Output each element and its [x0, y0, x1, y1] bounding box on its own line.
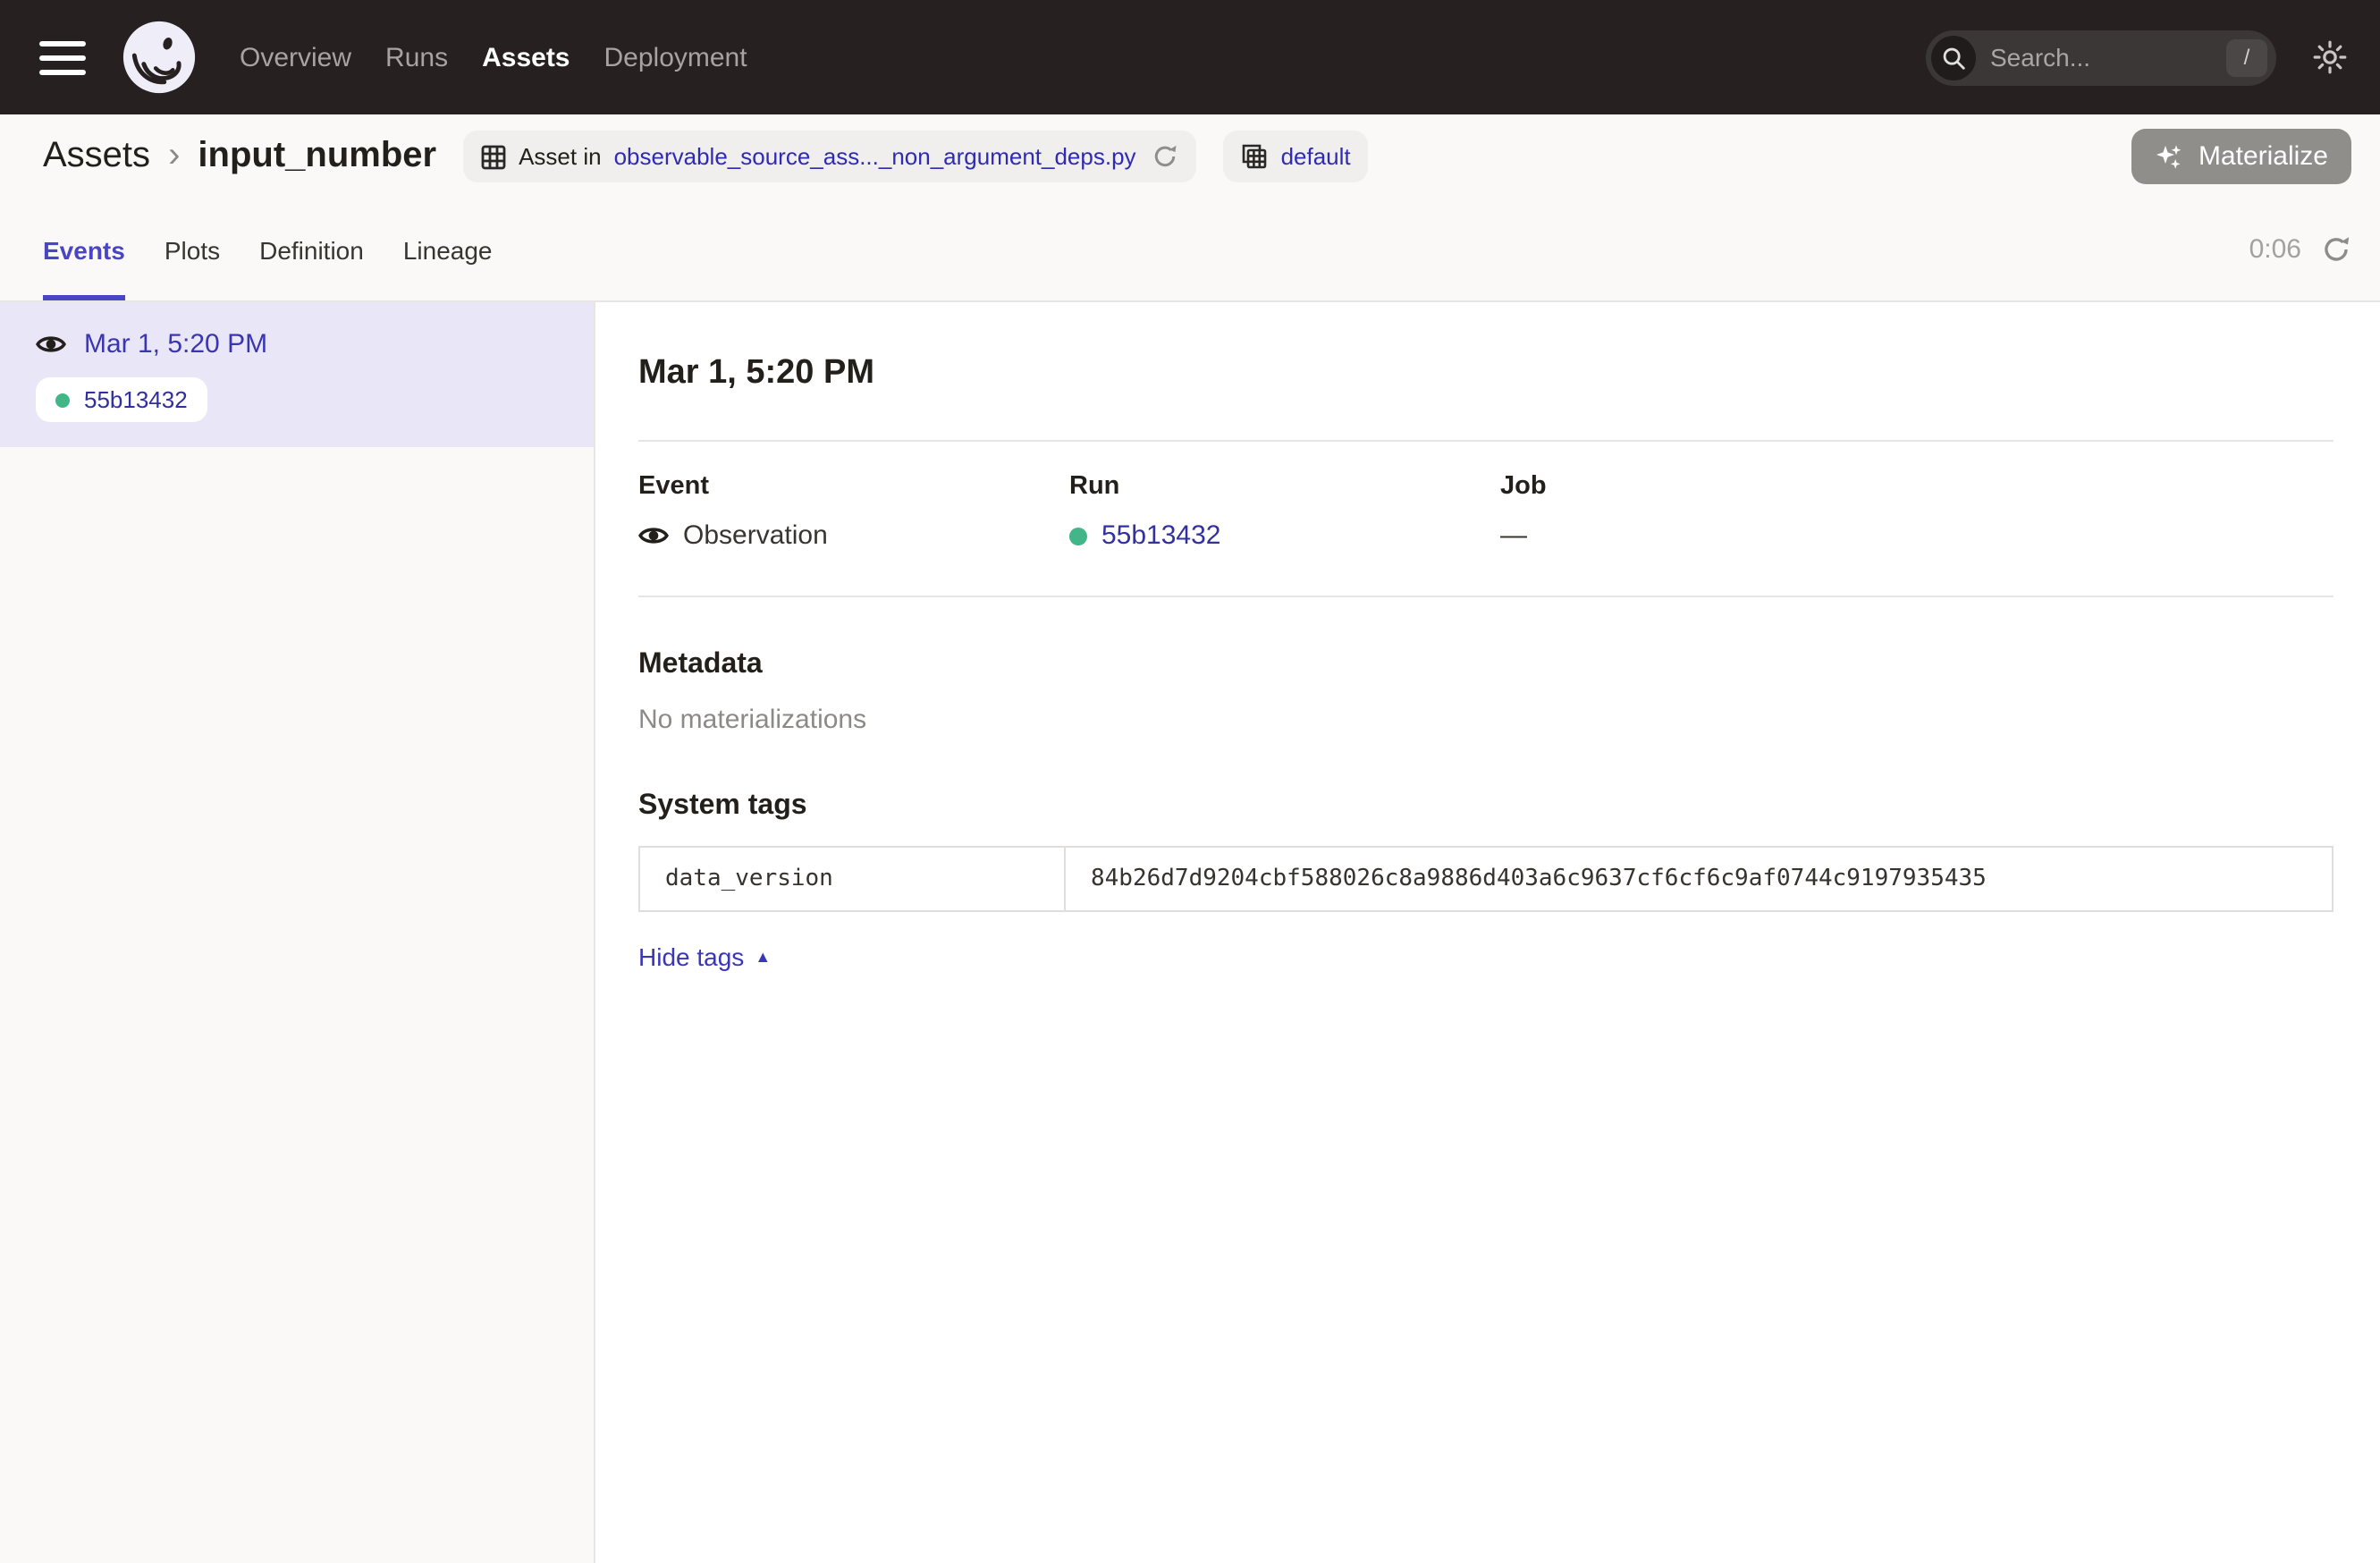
app-window: Overview Runs Assets Deployment / Asset [0, 0, 2380, 1563]
asset-header: Assets › input_number Asset in observabl… [0, 114, 2380, 199]
run-status-dot [55, 393, 70, 407]
breadcrumb-chevron-icon: › [166, 136, 181, 177]
refresh-countdown: 0:06 [2249, 234, 2301, 265]
hide-tags-label: Hide tags [638, 942, 744, 971]
materialize-label: Materialize [2199, 141, 2328, 172]
system-tags-heading: System tags [638, 790, 2334, 823]
table-row: data_version 84b26d7d9204cbf588026c8a988… [639, 847, 2333, 911]
repository-icon [1242, 143, 1269, 170]
tab-plots[interactable]: Plots [165, 199, 220, 300]
asset-grid-icon [481, 144, 506, 169]
observation-eye-icon [36, 333, 66, 356]
search-input[interactable] [1990, 43, 2226, 72]
run-id-badge[interactable]: 55b13432 [36, 377, 207, 422]
system-tags-table: data_version 84b26d7d9204cbf588026c8a988… [638, 846, 2334, 912]
global-search[interactable]: / [1926, 30, 2276, 85]
nav-item-deployment[interactable]: Deployment [604, 42, 747, 72]
breadcrumb-assets-link[interactable]: Assets [43, 136, 150, 177]
divider [638, 596, 2334, 597]
search-icon [1931, 35, 1976, 80]
asset-definition-link[interactable]: observable_source_ass..._non_argument_de… [614, 143, 1136, 170]
run-column: Run 55b13432 [1069, 472, 1500, 551]
metadata-section: Metadata No materializations [638, 649, 2334, 735]
asset-tabs: Events Plots Definition Lineage [43, 199, 493, 300]
event-type-value: Observation [683, 520, 828, 551]
asset-location-pill: Asset in observable_source_ass..._non_ar… [463, 131, 1196, 182]
materialize-button[interactable]: Materialize [2132, 129, 2351, 184]
content-area: Mar 1, 5:20 PM 55b13432 Mar 1, 5:20 PM E… [0, 302, 2380, 1563]
refresh-area: 0:06 [2249, 199, 2351, 300]
repository-pill: default [1224, 131, 1369, 182]
menu-hamburger-icon[interactable] [39, 40, 86, 74]
system-tags-section: System tags data_version 84b26d7d9204cbf… [638, 790, 2334, 975]
settings-gear-icon[interactable] [2312, 39, 2348, 75]
page-title: input_number [198, 136, 436, 177]
event-timestamp-link[interactable]: Mar 1, 5:20 PM [84, 329, 267, 359]
refresh-icon[interactable] [2321, 234, 2351, 265]
dagster-logo[interactable] [122, 20, 197, 95]
tab-events[interactable]: Events [43, 199, 125, 300]
hide-tags-link[interactable]: Hide tags ▲ [638, 942, 771, 971]
event-timestamp-row: Mar 1, 5:20 PM [36, 329, 558, 359]
sparkles-icon [2156, 142, 2184, 171]
job-empty-value: — [1500, 520, 1527, 551]
run-id-link[interactable]: 55b13432 [1101, 520, 1221, 551]
top-nav: Overview Runs Assets Deployment / [0, 0, 2380, 114]
run-id-label: 55b13432 [84, 386, 188, 413]
reload-location-icon[interactable] [1152, 143, 1179, 170]
primary-nav: Overview Runs Assets Deployment [240, 42, 747, 72]
nav-item-assets[interactable]: Assets [482, 42, 570, 72]
search-shortcut-key: / [2226, 38, 2267, 76]
events-sidebar: Mar 1, 5:20 PM 55b13432 [0, 302, 595, 1563]
run-status-dot [1069, 527, 1087, 545]
tag-value-cell: 84b26d7d9204cbf588026c8a9886d403a6c9637c… [1065, 847, 2333, 911]
caret-up-icon: ▲ [755, 948, 771, 966]
metadata-heading: Metadata [638, 649, 2334, 681]
nav-item-runs[interactable]: Runs [385, 42, 448, 72]
observation-eye-icon [638, 524, 669, 547]
job-column-label: Job [1500, 472, 1931, 501]
job-column: Job — [1500, 472, 1931, 551]
tag-key-cell: data_version [639, 847, 1065, 911]
event-column: Event Observation [638, 472, 1069, 551]
asset-tabs-bar: Events Plots Definition Lineage 0:06 [0, 199, 2380, 302]
event-summary-columns: Event Observation Run [638, 442, 2334, 596]
metadata-empty-text: No materializations [638, 705, 2334, 735]
tab-definition[interactable]: Definition [259, 199, 364, 300]
event-column-label: Event [638, 472, 1069, 501]
repository-link[interactable]: default [1281, 143, 1351, 170]
run-column-label: Run [1069, 472, 1500, 501]
nav-item-overview[interactable]: Overview [240, 42, 351, 72]
asset-pill-prefix: Asset in [519, 143, 602, 170]
event-detail-panel: Mar 1, 5:20 PM Event Observation [595, 302, 2380, 1563]
event-detail-title: Mar 1, 5:20 PM [638, 354, 2334, 393]
event-list-item[interactable]: Mar 1, 5:20 PM 55b13432 [0, 302, 594, 447]
tab-lineage[interactable]: Lineage [403, 199, 493, 300]
